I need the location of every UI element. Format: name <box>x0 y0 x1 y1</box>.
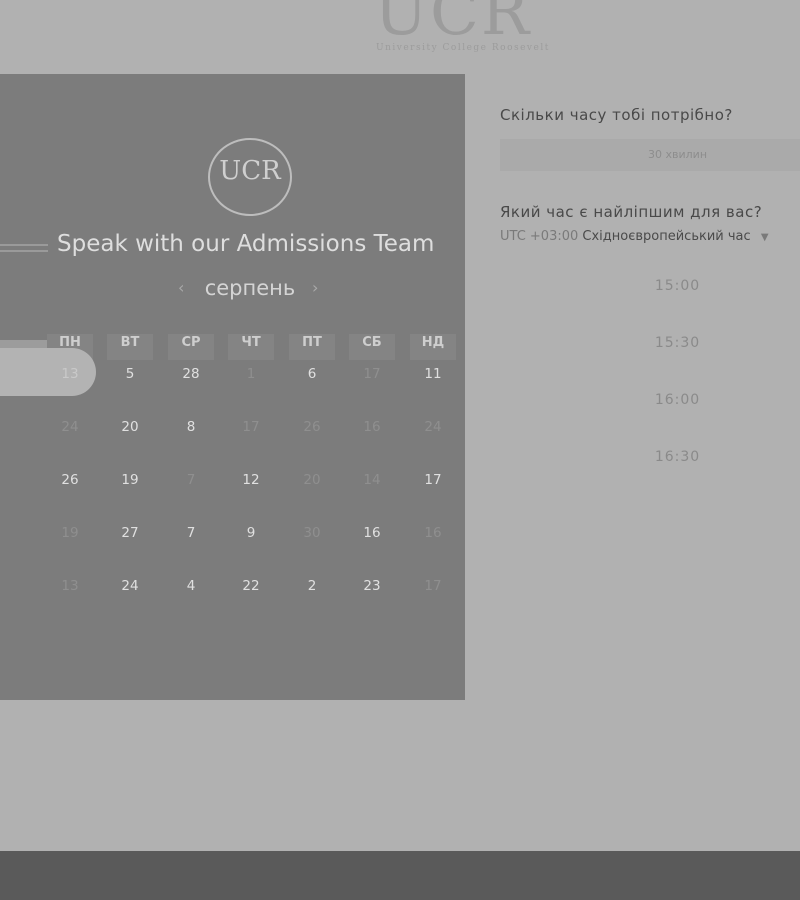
calendar-day[interactable]: 28 <box>171 364 211 384</box>
calendar-day[interactable]: 6 <box>292 364 332 384</box>
calendar-panel: UCR Speak with our Admissions Team ‹ сер… <box>0 74 465 700</box>
calendar-day: 24 <box>61 419 79 435</box>
calendar-day[interactable]: 12 <box>231 470 271 490</box>
weekday-label: СБ <box>349 334 395 360</box>
duration-question: Скільки часу тобі потрібно? <box>500 106 733 124</box>
site-logo[interactable]: UCR University College Roosevelt <box>362 0 572 62</box>
calendar-day: 16 <box>363 419 381 435</box>
time-slot[interactable]: 15:30 <box>600 335 755 351</box>
chevron-left-icon[interactable]: ‹ <box>178 278 184 297</box>
ucr-badge-logo: UCR <box>208 138 292 216</box>
weekday-label: НД <box>410 334 456 360</box>
calendar-day: 7 <box>186 472 196 488</box>
weekday-label: ПТ <box>289 334 335 360</box>
calendar-day[interactable]: 22 <box>231 576 271 596</box>
calendar-day: 20 <box>303 472 321 488</box>
calendar-day[interactable]: 19 <box>110 470 150 490</box>
calendar-day: 14 <box>363 472 381 488</box>
time-question: Який час є найліпшим для вас? <box>500 203 763 221</box>
month-label: серпень <box>204 276 296 300</box>
logo-subtitle: University College Roosevelt <box>376 43 550 53</box>
calendar-day[interactable]: 2 <box>292 576 332 596</box>
weekday-label: ВТ <box>107 334 153 360</box>
month-navigation: ‹ серпень › <box>0 276 465 306</box>
calendar-day: 17 <box>424 578 442 594</box>
calendar-day: 26 <box>303 419 321 435</box>
panel-title: Speak with our Admissions Team <box>57 231 435 257</box>
calendar-day[interactable]: 16 <box>352 523 392 543</box>
duration-select[interactable]: 30 хвилин <box>500 139 800 171</box>
page-footer <box>0 851 800 900</box>
calendar-day: 13 <box>61 578 79 594</box>
calendar-day[interactable]: 9 <box>231 523 271 543</box>
timezone-select[interactable]: UTC +03:00 Східноєвропейський час ▼ <box>500 229 769 244</box>
duration-value: 30 хвилин <box>648 148 708 161</box>
calendar-day[interactable]: 27 <box>110 523 150 543</box>
weekday-label: СР <box>168 334 214 360</box>
calendar-day[interactable]: 11 <box>413 364 453 384</box>
calendar-day[interactable]: 13 <box>50 364 90 384</box>
chevron-down-icon: ▼ <box>760 232 769 243</box>
calendar-day: 30 <box>303 525 321 541</box>
timezone-name: Східноєвропейський час <box>582 229 751 244</box>
calendar-day[interactable]: 17 <box>413 470 453 490</box>
calendar-day[interactable]: 26 <box>50 470 90 490</box>
calendar-day[interactable]: 8 <box>171 417 211 437</box>
calendar-day[interactable]: 7 <box>171 523 211 543</box>
time-slot[interactable]: 16:00 <box>600 392 755 408</box>
calendar-day[interactable]: 4 <box>171 576 211 596</box>
timezone-offset: UTC +03:00 <box>500 229 579 244</box>
calendar-day: 24 <box>424 419 442 435</box>
calendar-day[interactable]: 5 <box>110 364 150 384</box>
calendar-day: 17 <box>242 419 260 435</box>
badge-mark: UCR <box>219 156 281 186</box>
calendar-day[interactable]: 23 <box>352 576 392 596</box>
calendar-day[interactable]: 24 <box>110 576 150 596</box>
calendar-day: 1 <box>246 366 256 382</box>
calendar-day[interactable]: 20 <box>110 417 150 437</box>
calendar-day: 16 <box>424 525 442 541</box>
weekday-label: ЧТ <box>228 334 274 360</box>
time-slot[interactable]: 16:30 <box>600 449 755 465</box>
time-slot[interactable]: 15:00 <box>600 278 755 294</box>
chevron-right-icon[interactable]: › <box>312 278 318 297</box>
calendar-day: 17 <box>363 366 381 382</box>
calendar-day: 19 <box>61 525 79 541</box>
